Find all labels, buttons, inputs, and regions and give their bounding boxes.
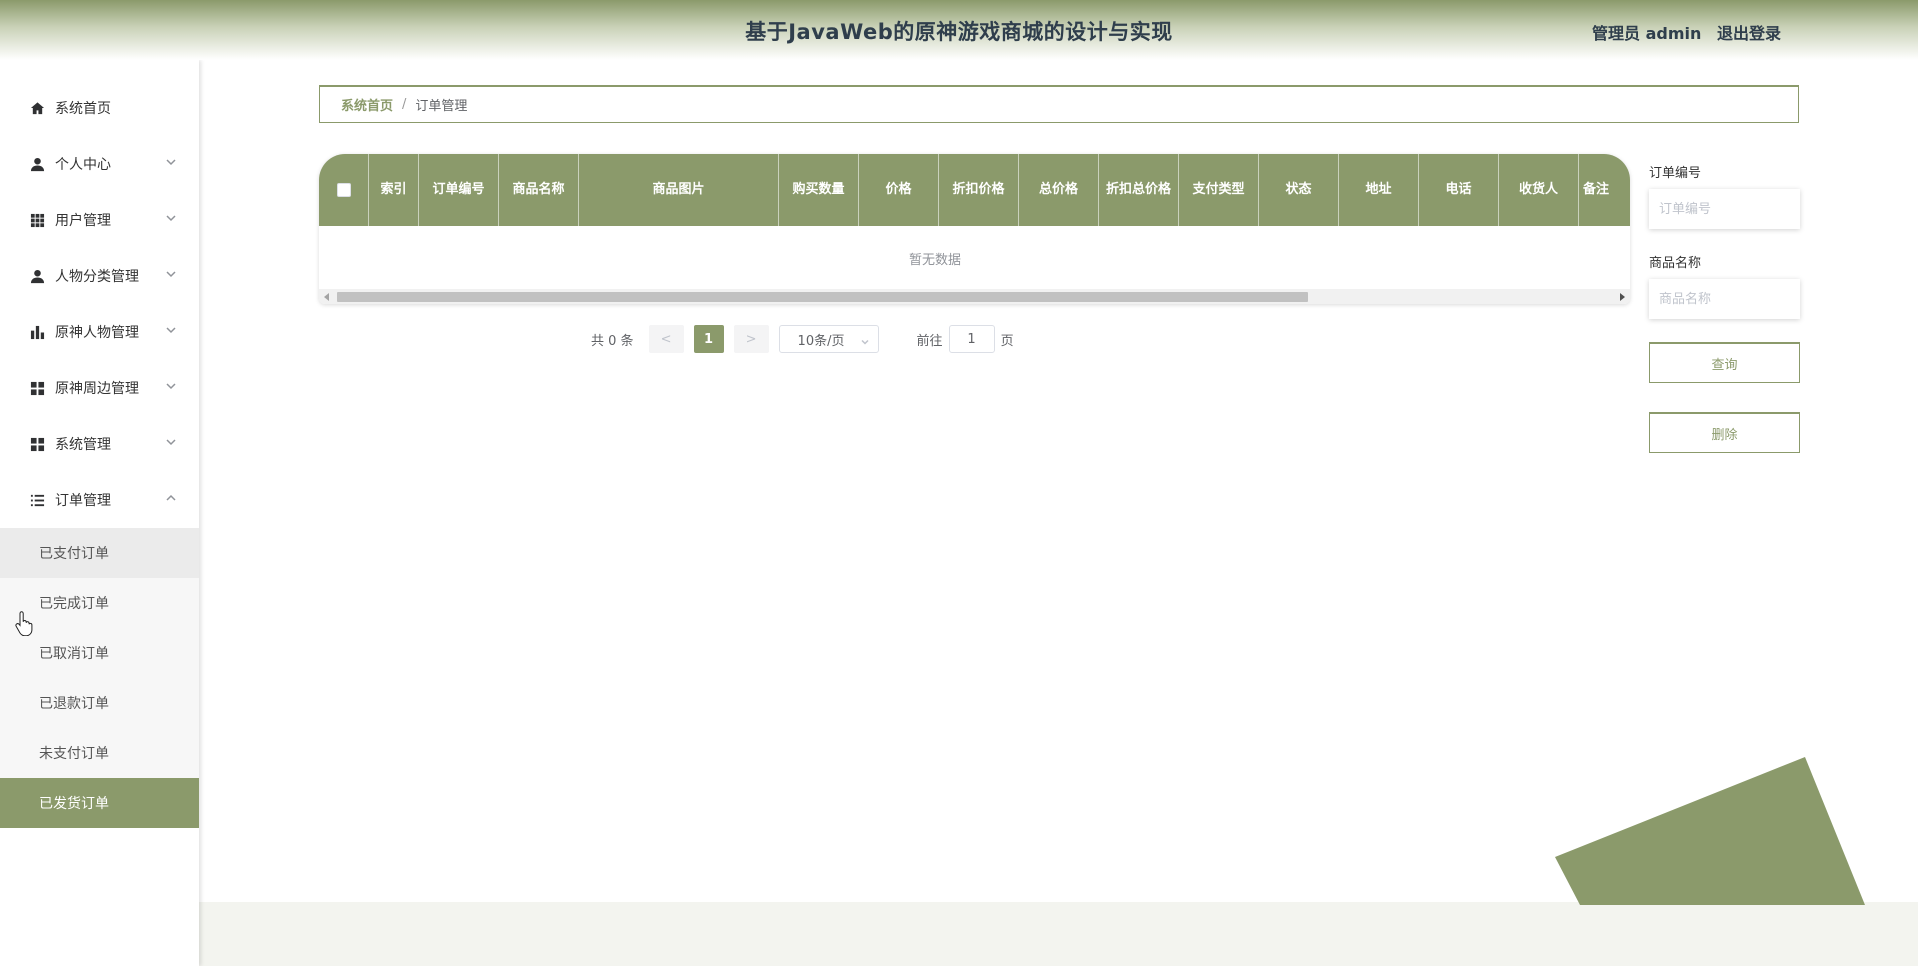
goto-prefix: 前往 <box>916 333 943 349</box>
pagination-total: 共 0 条 <box>591 333 634 349</box>
sidebar-item-label: 用户管理 <box>55 213 111 229</box>
sidebar-item-label: 订单管理 <box>55 493 111 509</box>
horizontal-scrollbar[interactable] <box>319 289 1630 304</box>
breadcrumb: 系统首页 / 订单管理 <box>319 85 1799 123</box>
submenu-item-paid-orders[interactable]: 已支付订单 <box>0 528 199 578</box>
breadcrumb-current: 订单管理 <box>415 99 468 114</box>
chevron-down-icon <box>165 156 177 168</box>
sidebar-item-personal-center[interactable]: 个人中心 <box>0 136 199 192</box>
chevron-down-icon <box>165 380 177 392</box>
admin-user-label: 管理员 admin <box>1592 24 1702 43</box>
user-icon <box>29 268 45 284</box>
column-header[interactable]: 商品名称 <box>499 154 579 226</box>
table-header: 索引 订单编号 商品名称 商品图片 购买数量 价格 折扣价格 总价格 折扣总价格… <box>319 154 1630 226</box>
submenu-item-refunded-orders[interactable]: 已退款订单 <box>0 678 199 728</box>
goto-page-input[interactable] <box>948 325 995 353</box>
top-header: 基于JavaWeb的原神游戏商城的设计与实现 管理员 admin 退出登录 <box>0 0 1918 60</box>
submenu-item-shipped-orders[interactable]: 已发货订单 <box>0 778 199 828</box>
bar-chart-icon <box>29 324 45 340</box>
goods-name-input[interactable] <box>1649 279 1800 319</box>
user-icon <box>29 156 45 172</box>
grid-icon <box>29 212 45 228</box>
sidebar-item-label: 个人中心 <box>55 157 111 173</box>
next-page-button[interactable]: > <box>733 325 769 353</box>
column-header[interactable]: 地址 <box>1339 154 1419 226</box>
column-header[interactable]: 购买数量 <box>779 154 859 226</box>
column-header[interactable]: 订单编号 <box>419 154 499 226</box>
list-icon <box>29 492 45 508</box>
column-header[interactable]: 备注 <box>1579 154 1630 226</box>
apps-icon <box>29 436 45 452</box>
sidebar-item-genshin-merch[interactable]: 原神周边管理 <box>0 360 199 416</box>
sidebar-item-character-category[interactable]: 人物分类管理 <box>0 248 199 304</box>
order-no-input[interactable] <box>1649 189 1800 229</box>
column-header[interactable]: 电话 <box>1419 154 1499 226</box>
sidebar-item-label: 系统管理 <box>55 437 111 453</box>
breadcrumb-separator: / <box>402 97 407 112</box>
chevron-down-icon <box>165 436 177 448</box>
orders-table: 索引 订单编号 商品名称 商品图片 购买数量 价格 折扣价格 总价格 折扣总价格… <box>319 154 1630 304</box>
column-header[interactable]: 支付类型 <box>1179 154 1259 226</box>
home-icon <box>29 100 45 116</box>
sidebar-item-user-management[interactable]: 用户管理 <box>0 192 199 248</box>
sidebar-item-label: 原神周边管理 <box>55 381 139 397</box>
page-size-select[interactable]: 10条/页 <box>778 325 879 353</box>
sidebar-item-label: 原神人物管理 <box>55 325 139 341</box>
column-header[interactable]: 索引 <box>369 154 419 226</box>
column-header[interactable]: 折扣总价格 <box>1099 154 1179 226</box>
column-header[interactable]: 状态 <box>1259 154 1339 226</box>
sidebar-item-label: 人物分类管理 <box>55 269 139 285</box>
page-number-button[interactable]: 1 <box>693 325 724 353</box>
scrollbar-thumb[interactable] <box>337 292 1308 302</box>
user-area: 管理员 admin 退出登录 <box>1592 20 1781 44</box>
chevron-down-icon <box>165 212 177 224</box>
table-empty-text: 暂无数据 <box>909 252 962 268</box>
footer-band <box>199 902 1918 966</box>
order-no-label: 订单编号 <box>1649 166 1702 181</box>
sidebar-item-label: 系统首页 <box>55 101 111 117</box>
chevron-down-icon <box>861 335 869 345</box>
column-header[interactable]: 价格 <box>859 154 939 226</box>
chevron-down-icon <box>165 268 177 280</box>
column-header[interactable]: 收货人 <box>1499 154 1579 226</box>
goto-suffix: 页 <box>1000 333 1014 349</box>
chevron-up-icon <box>165 492 177 504</box>
decorative-shape <box>1555 757 1865 905</box>
breadcrumb-home-link[interactable]: 系统首页 <box>341 95 393 114</box>
column-header[interactable]: 折扣价格 <box>939 154 1019 226</box>
select-all-column <box>319 154 369 226</box>
delete-button[interactable]: 删除 <box>1649 412 1800 453</box>
logout-link[interactable]: 退出登录 <box>1717 24 1781 43</box>
prev-page-button[interactable]: < <box>648 325 684 353</box>
page-size-value: 10条/页 <box>797 333 845 349</box>
search-panel: 订单编号 商品名称 <box>1649 164 1800 319</box>
column-header[interactable]: 总价格 <box>1019 154 1099 226</box>
sidebar-item-order-management[interactable]: 订单管理 <box>0 472 199 528</box>
column-header[interactable]: 商品图片 <box>579 154 779 226</box>
query-button[interactable]: 查询 <box>1649 342 1800 383</box>
sidebar-item-home[interactable]: 系统首页 <box>0 80 199 136</box>
goods-name-label: 商品名称 <box>1649 256 1702 271</box>
sidebar: 系统首页 个人中心 用户管理 人物分类管理 原神人物管理 原神周边管理 系统管理… <box>0 60 199 966</box>
scroll-left-arrow-icon[interactable] <box>324 293 329 301</box>
select-all-checkbox[interactable] <box>336 183 351 197</box>
sidebar-item-genshin-characters[interactable]: 原神人物管理 <box>0 304 199 360</box>
pagination: 共 0 条 < 1 > 10条/页 前往 页 <box>591 325 1014 353</box>
apps-icon <box>29 380 45 396</box>
hand-cursor-icon <box>15 611 33 636</box>
scroll-right-arrow-icon[interactable] <box>1620 293 1625 301</box>
submenu-item-unpaid-orders[interactable]: 未支付订单 <box>0 728 199 778</box>
chevron-down-icon <box>165 324 177 336</box>
sidebar-item-system-management[interactable]: 系统管理 <box>0 416 199 472</box>
